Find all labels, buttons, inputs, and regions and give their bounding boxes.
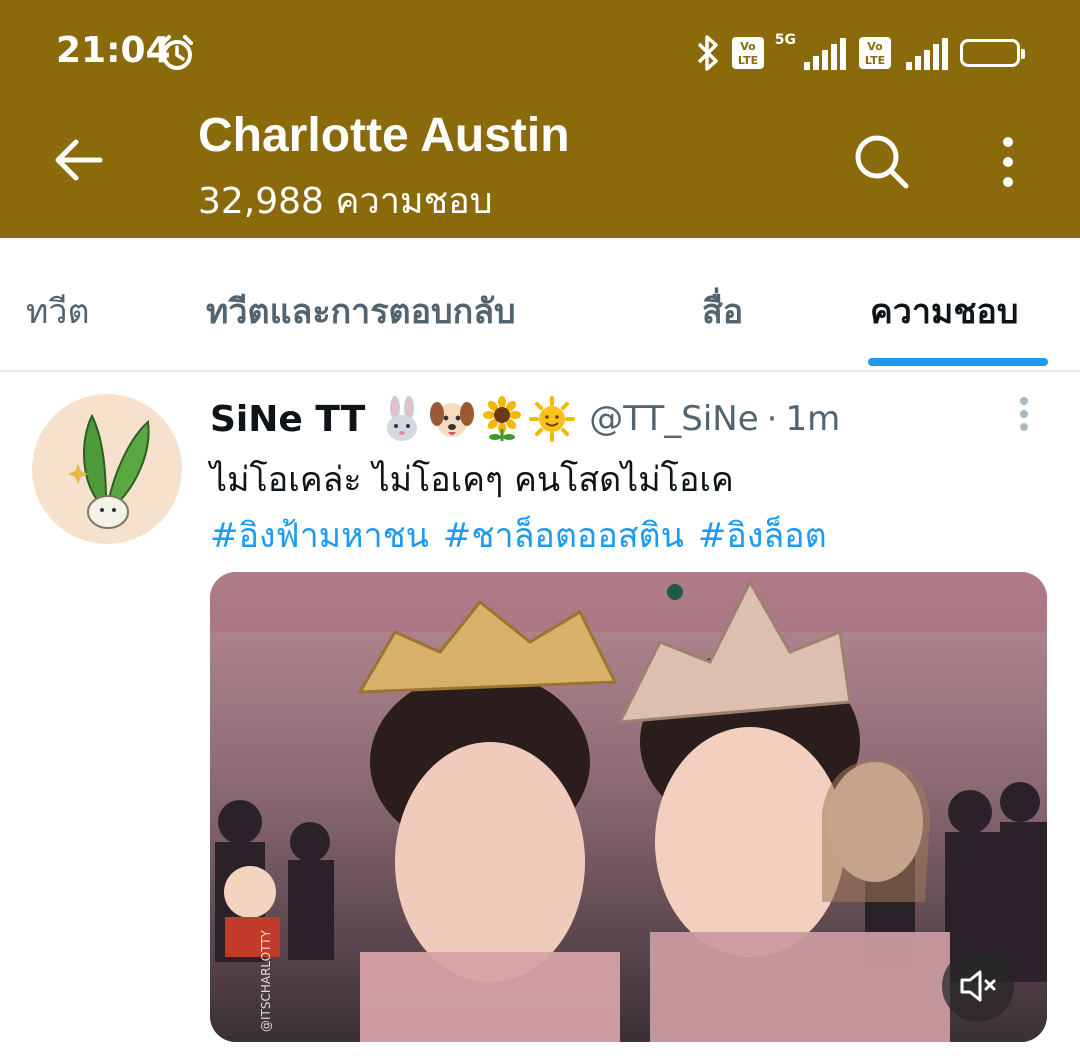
volte-icon-2: Vo LTE (859, 37, 891, 69)
mute-button[interactable] (942, 950, 1014, 1022)
avatar-illustration (68, 413, 150, 529)
svg-text:Vo: Vo (867, 40, 883, 53)
tab-media[interactable]: สื่อ (702, 284, 743, 338)
hashtag-link[interactable]: #อิงล็อต (698, 508, 827, 562)
tweet-author-handle[interactable]: @TT_SiNe (589, 399, 758, 439)
search-icon[interactable] (852, 132, 910, 190)
tab-tweets-and-replies[interactable]: ทวีตและการตอบกลับ (206, 284, 516, 338)
video-watermark: @ITSCHARLOTTY (259, 929, 273, 1032)
svg-text:LTE: LTE (865, 54, 885, 67)
author-emoji-row (379, 396, 576, 442)
tab-likes[interactable]: ความชอบ (870, 284, 1018, 338)
tweet-author-name[interactable]: SiNe TT (210, 399, 365, 440)
tweet-header: SiNe TT @TT_SiNe · 1m (210, 396, 840, 442)
more-options-icon[interactable] (994, 134, 1022, 190)
dog-emoji-icon (430, 402, 475, 437)
tweet-more-icon[interactable] (1014, 396, 1034, 436)
status-time: 21:04 (56, 30, 171, 71)
alarm-icon (161, 35, 193, 70)
tweet-timestamp: 1m (785, 399, 841, 439)
tab-tweets[interactable]: ทวีต (26, 284, 90, 338)
signal-icon-2 (906, 38, 948, 70)
battery-indicator: 52 (960, 39, 1025, 67)
signal-icon (804, 38, 846, 70)
sunflower-emoji-icon (483, 396, 522, 441)
profile-name: Charlotte Austin (198, 109, 570, 162)
svg-text:Vo: Vo (740, 40, 756, 53)
battery-level: 52 (977, 42, 1003, 64)
status-icons: Vo LTE 5G Vo LTE 52 (695, 32, 1025, 74)
svg-text:LTE: LTE (738, 54, 758, 67)
tweet-video[interactable]: @ITSCHARLOTTY (210, 572, 1047, 1042)
network-type-label: 5G (774, 32, 796, 48)
rabbit-emoji-icon (387, 396, 418, 441)
tweet-hashtags: #อิงฟ้ามหาชน #ชาล็อตออสติน #อิงล็อต (210, 508, 827, 562)
volte-icon: Vo LTE (731, 37, 764, 69)
avatar[interactable] (32, 394, 182, 544)
back-arrow-icon[interactable] (50, 136, 106, 184)
profile-tabs: ทวีต ทวีตและการตอบกลับ สื่อ ความชอบ (0, 238, 1080, 372)
active-tab-indicator (868, 358, 1048, 366)
sun-emoji-icon (529, 396, 576, 442)
tweet-text: ไม่โอเคล่ะ ไม่โอเคๆ คนโสดไม่โอเค (210, 460, 734, 500)
muted-speaker-icon (960, 970, 996, 1002)
hashtag-link[interactable]: #ชาล็อตออสติน (443, 508, 684, 562)
video-frame-illustration: @ITSCHARLOTTY (210, 572, 1047, 1042)
bluetooth-icon (697, 35, 718, 71)
hashtag-link[interactable]: #อิงฟ้ามหาชน (210, 508, 429, 562)
meta-separator: · (766, 399, 778, 439)
likes-count: 32,988 ความชอบ (198, 181, 493, 222)
